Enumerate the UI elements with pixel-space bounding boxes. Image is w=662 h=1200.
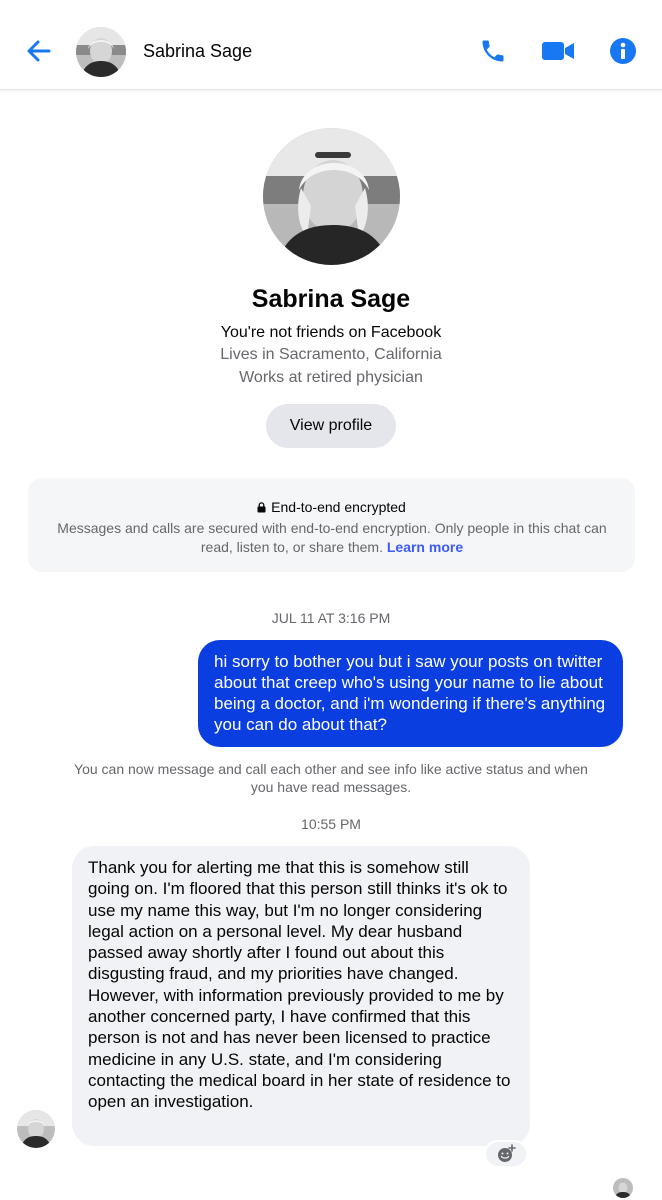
contact-avatar[interactable] [76, 27, 126, 77]
timestamp: JUL 11 AT 3:16 PM [271, 610, 391, 626]
back-arrow-icon[interactable] [22, 34, 56, 68]
learn-more-link[interactable]: Learn more [387, 539, 463, 555]
sender-avatar[interactable] [17, 1110, 55, 1148]
incoming-message-bubble[interactable]: Thank you for alerting me that this is s… [72, 846, 530, 1146]
video-camera-icon[interactable] [541, 34, 575, 68]
encryption-body-text: Messages and calls are secured with end-… [57, 520, 607, 555]
friend-status: You're not friends on Facebook [220, 324, 442, 341]
timestamp: 10:55 PM [301, 816, 361, 832]
incoming-message-text: Thank you for alerting me that this is s… [88, 858, 511, 1112]
encryption-title-text: End-to-end encrypted [271, 499, 406, 515]
add-reaction-button[interactable] [484, 1140, 528, 1168]
profile-work: Works at retired physician [239, 369, 423, 386]
profile-avatar[interactable] [263, 128, 400, 265]
contact-name[interactable]: Sabrina Sage [143, 41, 252, 62]
encryption-title: End-to-end encrypted [28, 499, 635, 516]
profile-name: Sabrina Sage [251, 285, 411, 313]
outgoing-message-text: hi sorry to bother you but i saw your po… [214, 652, 606, 734]
seen-indicator-avatar [613, 1178, 633, 1198]
lock-icon [257, 500, 266, 516]
encryption-notice: End-to-end encrypted Messages and calls … [28, 478, 635, 572]
system-notice: You can now message and call each other … [74, 761, 588, 795]
profile-location: Lives in Sacramento, California [220, 346, 442, 363]
conversation-header: Sabrina Sage [0, 0, 662, 90]
encryption-body: Messages and calls are secured with end-… [42, 519, 622, 557]
info-icon[interactable] [606, 34, 640, 68]
phone-icon[interactable] [476, 34, 510, 68]
view-profile-button[interactable]: View profile [266, 404, 396, 448]
smiley-plus-icon [498, 1144, 516, 1162]
outgoing-message-bubble[interactable]: hi sorry to bother you but i saw your po… [198, 640, 623, 747]
